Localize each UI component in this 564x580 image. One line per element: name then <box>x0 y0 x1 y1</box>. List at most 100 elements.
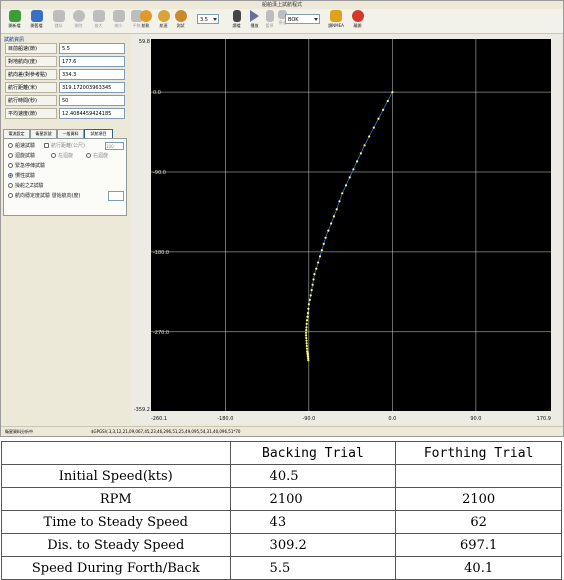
table-row: Time to Steady Speed 43 62 <box>1 510 562 534</box>
speed-trial-option[interactable]: 船速試驗 <box>8 143 35 150</box>
test-magnifier-icon <box>174 10 187 22</box>
course-stability-option[interactable]: 航向穩定度試驗 發始航向(度) <box>8 193 81 200</box>
zigzag-trial-option[interactable]: 操舵之Z試驗 <box>8 183 43 190</box>
zoom-in-icon <box>92 10 105 22</box>
forthing-cell: 62 <box>395 510 562 534</box>
info-row: 對地航向(度) 177.6 <box>3 56 127 67</box>
table-row: Speed During Forth/Back 5.5 40.1 <box>1 556 562 580</box>
x-tick-label: -260.1 <box>151 416 167 422</box>
heading-diff-field[interactable]: 334.3 <box>59 69 125 80</box>
initial-heading-input[interactable] <box>108 191 124 201</box>
port-select[interactable]: BOK <box>285 14 320 24</box>
crash-stop-option[interactable]: 緊急停俥試驗 <box>8 163 45 170</box>
new-file-icon <box>8 10 21 22</box>
header-cell <box>1 441 231 465</box>
info-label: 航行距離(米) <box>5 82 57 93</box>
y-tick-label: 59.8 <box>139 39 150 45</box>
test-button[interactable]: 測試 <box>170 10 191 32</box>
speed-globe-icon <box>157 10 170 22</box>
trajectory-point <box>322 242 325 246</box>
trajectory-point <box>332 215 336 218</box>
trajectory-point <box>359 152 362 155</box>
trajectory-point <box>306 312 310 315</box>
info-label: 航向差(對參考點) <box>5 69 57 80</box>
toolbar: 開新檔 開舊檔 儲存 刪除 放大 縮小 平移 航軌 航速 測試 3.5 讀檔 播… <box>1 9 563 34</box>
info-row: 平均速度(節) 12.4084459424185 <box>3 108 127 119</box>
read-nmea-button[interactable]: 讀NMEA <box>324 10 348 32</box>
trajectory-point <box>320 249 323 252</box>
distance-checkbox[interactable]: 航行距離(公尺) <box>44 143 85 150</box>
zoom-select[interactable]: 3.5 <box>197 14 219 24</box>
save-button[interactable]: 儲存 <box>48 10 69 32</box>
right-turn-option[interactable]: 右迴旋 <box>86 153 108 160</box>
trajectory-point <box>308 298 311 301</box>
info-row: 航行距離(米) 319.172003963345 <box>3 82 127 93</box>
table-row: RPM 2100 2100 <box>1 487 562 511</box>
forthing-cell <box>395 464 562 488</box>
y-tick-label: -359.2 <box>134 407 150 413</box>
radio-icon <box>8 183 13 188</box>
play-icon <box>250 10 259 22</box>
backing-cell: 40.5 <box>229 464 397 488</box>
current-speed-field[interactable]: 5.5 <box>59 43 125 54</box>
time-field[interactable]: 50 <box>59 95 125 106</box>
trial-options: 船速試驗 航行距離(公尺) 100 迴旋試驗 左迴旋 右迴旋 緊急停俥試驗 慣性… <box>3 138 127 216</box>
distance-input[interactable]: 100 <box>105 142 124 150</box>
tab-current-settings[interactable]: 電流設定 <box>3 129 30 138</box>
trajectory-point <box>305 347 309 350</box>
exit-button[interactable]: 離開 <box>347 10 368 32</box>
trajectory-point <box>305 344 308 348</box>
trajectory-point <box>305 319 309 322</box>
open-file-button[interactable]: 開舊檔 <box>26 10 47 32</box>
trajectory-point <box>313 272 316 276</box>
trajectory-point <box>311 283 314 286</box>
trajectory-point <box>305 339 308 342</box>
tab-trial-items[interactable]: 試航項目 <box>84 129 113 138</box>
nmea-sentence: $GPGSV,3,3,12,21,09,067,45,23,46,296,51,… <box>91 429 241 434</box>
left-turn-option[interactable]: 左迴旋 <box>51 153 73 160</box>
table-row: Dis. to Steady Speed 309.2 697.1 <box>1 533 562 557</box>
x-tick-label: 0.0 <box>388 416 396 422</box>
info-row: 航行時間(秒) 50 <box>3 95 127 106</box>
trajectory-point <box>304 331 308 334</box>
status-text: 衛星資料分析中 <box>5 429 33 434</box>
x-tick-label: 170.9 <box>537 416 551 422</box>
new-file-button[interactable]: 開新檔 <box>4 10 25 32</box>
turning-trial-option[interactable]: 迴旋試驗 <box>8 153 35 160</box>
radio-icon <box>51 153 56 158</box>
forthing-cell: 697.1 <box>395 533 562 557</box>
tab-general[interactable]: 一般資料 <box>57 129 84 138</box>
tab-satellite[interactable]: 衛星訊號 <box>30 129 57 138</box>
course-field[interactable]: 177.6 <box>59 56 125 67</box>
trajectory-point <box>363 144 366 147</box>
trajectory-point <box>305 322 308 325</box>
row-label: RPM <box>1 487 231 511</box>
row-label: Speed During Forth/Back <box>1 556 231 580</box>
x-tick-label: -90.0 <box>302 416 315 422</box>
trajectory-point <box>304 334 308 337</box>
trajectory-point <box>335 208 338 211</box>
zoom-in-button[interactable]: 放大 <box>88 10 109 32</box>
y-tick-label: -180.0 <box>153 250 169 256</box>
trajectory-point <box>305 328 308 332</box>
window-title: 船舶漢上試航程式 <box>1 1 563 9</box>
y-tick-label: 0.0 <box>153 90 161 96</box>
trajectory-point <box>344 184 348 187</box>
trajectory-point <box>382 108 385 111</box>
avg-speed-field[interactable]: 12.4084459424185 <box>59 108 125 119</box>
info-label: 目前船速(節) <box>5 43 57 54</box>
info-label: 對地航向(度) <box>5 56 57 67</box>
trajectory-point <box>307 303 310 306</box>
inertia-trial-option[interactable]: 慣性試驗 <box>8 173 35 180</box>
radio-selected-icon <box>8 173 13 178</box>
open-file-icon <box>30 10 43 22</box>
y-tick-label: -90.0 <box>153 170 166 176</box>
header-cell: Forthing Trial <box>395 441 562 465</box>
trajectory-chart: -260.1 -180.0 -90.0 0.0 90.0 170.9 59.8 0.0 -90.… <box>131 34 561 424</box>
info-panel: 試航資訊 目前船速(節) 5.5 對地航向(度) 177.6 航向差(對參考點) 33… <box>1 34 129 426</box>
trajectory-point <box>312 278 315 281</box>
zoom-out-icon <box>112 10 125 22</box>
distance-field[interactable]: 319.172003963345 <box>59 82 125 93</box>
delete-button[interactable]: 刪除 <box>68 10 89 32</box>
row-label: Dis. to Steady Speed <box>1 533 231 557</box>
